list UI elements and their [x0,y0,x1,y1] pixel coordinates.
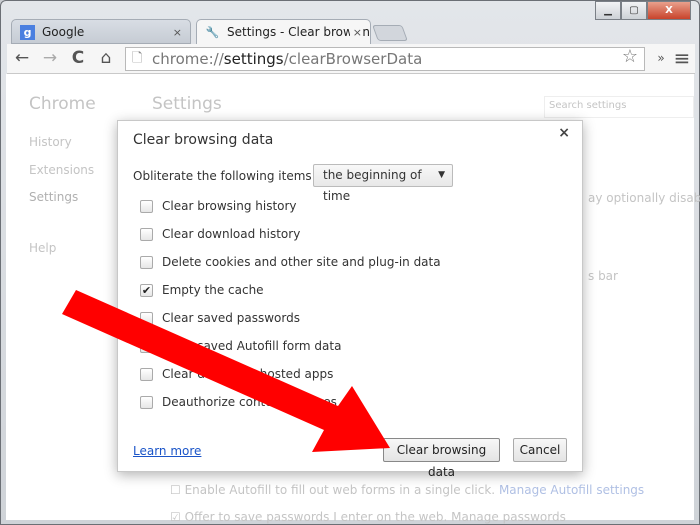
tab-close-icon[interactable]: × [173,20,182,43]
passwords-text: Offer to save passwords I enter on the w… [184,510,566,524]
tab-google[interactable]: g Google × [11,19,191,44]
passwords-setting[interactable]: ☑ Offer to save passwords I enter on the… [170,510,566,524]
nav-settings[interactable]: Settings [29,190,78,204]
forward-icon[interactable]: → [39,48,61,68]
url-scheme: chrome:// [152,50,224,68]
google-icon: g [20,25,35,40]
wrench-icon: 🔧 [205,26,220,39]
nav-help[interactable]: Help [29,241,56,255]
autofill-text: Enable Autofill to fill out web forms in… [184,483,496,497]
checkbox-label: Clear browsing history [162,199,297,213]
checkbox[interactable] [140,255,153,269]
nav-extensions[interactable]: Extensions [29,163,94,177]
red-arrow-annotation [62,290,390,452]
search-settings-input[interactable]: Search settings [544,96,694,118]
tab-settings[interactable]: 🔧 Settings - Clear browsing data × [196,19,371,44]
url-host: settings [223,50,284,68]
home-icon[interactable]: ⌂ [95,48,117,68]
reload-icon[interactable]: C [67,48,89,68]
checkbox[interactable] [140,227,153,241]
tab-label: Google [42,25,85,39]
checkbox-label: Delete cookies and other site and plug-i… [162,255,441,269]
setting-fragment: ay optionally disable [588,191,700,205]
back-icon[interactable]: ← [11,48,33,68]
dialog-title: Clear browsing data [133,132,274,148]
checkbox-label: Clear download history [162,227,301,241]
checkbox-row[interactable]: Clear download history [140,227,300,241]
setting-fragment: s bar [588,269,618,283]
autofill-setting[interactable]: ☐ Enable Autofill to fill out web forms … [170,483,644,497]
checkbox-row[interactable]: Clear browsing history [140,199,297,213]
chrome-brand: Chrome [29,94,96,114]
menu-icon[interactable]: ≡ [671,46,693,70]
nav-history[interactable]: History [29,135,72,149]
checkbox-row[interactable]: Delete cookies and other site and plug-i… [140,255,441,269]
close-window-button[interactable]: X [647,1,691,20]
url-path: /clearBrowserData [283,50,423,68]
minimize-button[interactable]: ▁ [595,1,621,20]
checkbox[interactable] [140,199,153,213]
toolbar: ← → C ⌂ 🗋 chrome://settings/clearBrowser… [7,44,695,74]
page-icon: 🗋 [132,51,143,66]
manage-autofill-link[interactable]: Manage Autofill settings [499,483,644,497]
chevron-down-icon: ▼ [438,170,445,180]
clear-browsing-data-button[interactable]: Clear browsing data [383,438,500,479]
arrow-shape [62,290,390,452]
star-icon[interactable]: ☆ [622,46,638,68]
tab-close-icon[interactable]: × [349,20,362,44]
time-range-value: the beginning of time [323,168,422,203]
new-tab-button[interactable] [372,25,408,41]
extensions-overflow-icon[interactable]: » [650,51,672,65]
address-bar[interactable]: 🗋 chrome://settings/clearBrowserData ☆ [125,46,645,71]
cancel-button[interactable]: Cancel [513,438,567,462]
time-range-select[interactable]: the beginning of time ▼ [313,164,453,203]
close-icon[interactable]: × [558,125,570,141]
maximize-button[interactable]: ▢ [621,1,647,20]
page-title: Settings [152,94,222,114]
